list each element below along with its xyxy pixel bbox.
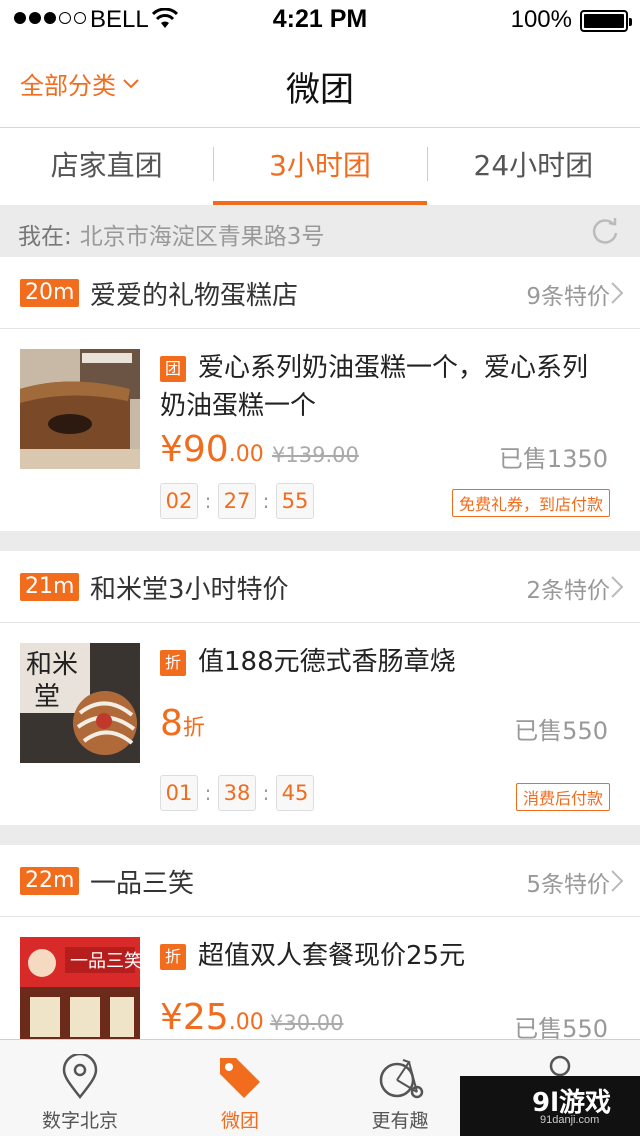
deal-item[interactable]: 一品三笑 折 超值双人套餐现价25元 ¥25.00 ¥30.00 已售550 [0,917,640,1039]
more-deals-link[interactable]: 9条特价 [526,277,610,311]
tabbar-item-digital-beijing[interactable]: 数字北京 [0,1040,160,1136]
more-deals-link[interactable]: 5条特价 [526,865,610,899]
distance-badge: 22m [20,867,80,895]
original-price: ¥30.00 [270,1011,344,1035]
tabbar-label: 微团 [220,1110,259,1132]
price-decimal: .00 [228,442,264,467]
shop-header[interactable]: 21m 和米堂3小时特价 2条特价 [0,551,640,623]
original-price: ¥139.00 [272,443,359,467]
price-decimal: 折 [182,716,205,741]
countdown-timer: 01 : 38 : 45 [160,775,314,811]
shop-header[interactable]: 22m 一品三笑 5条特价 [0,845,640,917]
price-integer: 8 [160,703,183,744]
timer-minutes: 27 [218,483,256,519]
deal-price: 8折 [160,703,205,744]
tab-divider [427,147,428,181]
shop-card: 21m 和米堂3小时特价 2条特价 和米 堂 折 值188元德式香肠章烧 8折 … [0,551,640,825]
location-pin-icon [62,1054,98,1100]
deal-item[interactable]: 和米 堂 折 值188元德式香肠章烧 8折 已售550 01 : 38 : 45 [0,623,640,825]
chevron-right-icon [611,870,624,892]
deal-item[interactable]: 团 爱心系列奶油蛋糕一个，爱心系列奶油蛋糕一个 ¥90.00 ¥139.00 已… [0,329,640,531]
bottom-tab-bar: 数字北京 微团 更有趣 9l游戏 91danji.com [0,1039,640,1136]
payment-tag: 免费礼券，到店付款 [451,489,610,517]
status-bar: BELL 4:21 PM 100% [0,0,640,40]
shop-name: 一品三笑 [90,869,195,899]
tab-24-hour[interactable]: 24小时团 [427,129,640,205]
tabbar-item-weituan[interactable]: 微团 [160,1040,320,1136]
battery-percentage: 100% [510,6,572,33]
cake-thumbnail [20,349,140,469]
location-address: 北京市海淀区青果路3号 [79,224,325,250]
sold-count: 已售550 [514,1015,608,1039]
deal-feed[interactable]: 20m 爱爱的礼物蛋糕店 9条特价 团 爱心系列奶油蛋糕一个，爱心系列奶油蛋糕一… [0,257,640,1039]
restaurant-thumbnail: 一品三笑 [20,937,140,1039]
all-categories-button[interactable]: 全部分类 [20,66,140,101]
timer-hours: 01 [160,775,198,811]
tabbar-label: 更有趣 [371,1110,429,1132]
shop-name: 和米堂3小时特价 [90,575,289,605]
all-categories-label: 全部分类 [20,72,116,100]
shop-card: 22m 一品三笑 5条特价 一品三笑 折 超值双人套餐现价25元 ¥25.00 … [0,845,640,1039]
sold-count: 已售550 [514,717,608,745]
watermark-url: 91danji.com [540,1114,600,1126]
timer-seconds: 55 [276,483,314,519]
location-bar: 我在: 北京市海淀区青果路3号 [0,205,640,257]
tabbar-item-more-fun[interactable]: 更有趣 [320,1040,480,1136]
deal-title: 爱心系列奶油蛋糕一个，爱心系列奶油蛋糕一个 [160,353,589,421]
distance-badge: 20m [20,279,80,307]
price-integer: ¥90 [160,429,229,470]
tab-strip: 店家直团 3小时团 24小时团 [0,129,640,205]
location-prefix: 我在: [18,224,72,250]
countdown-timer: 02 : 27 : 55 [160,483,314,519]
tab-shop-direct[interactable]: 店家直团 [0,129,213,205]
price-integer: ¥25 [160,997,229,1038]
chevron-down-icon [123,78,139,88]
sold-count: 已售1350 [498,445,608,473]
shop-card: 20m 爱爱的礼物蛋糕店 9条特价 团 爱心系列奶油蛋糕一个，爱心系列奶油蛋糕一… [0,257,640,531]
deal-price: ¥25.00 [160,997,264,1038]
takoyaki-thumbnail: 和米 堂 [20,643,140,763]
distance-badge: 21m [20,573,80,601]
timer-seconds: 45 [276,775,314,811]
deal-price: ¥90.00 [160,429,264,470]
tab-divider [213,147,214,181]
tabbar-label: 数字北京 [41,1110,118,1132]
deal-title: 值188元德式香肠章烧 [198,647,456,677]
svg-text:一品三笑: 一品三笑 [70,951,140,972]
timer-hours: 02 [160,483,198,519]
shop-header[interactable]: 20m 爱爱的礼物蛋糕店 9条特价 [0,257,640,329]
watermark-logo: 9l游戏 91danji.com [460,1076,640,1136]
bicycle-icon [379,1059,424,1099]
shop-name: 爱爱的礼物蛋糕店 [90,281,299,311]
navigation-bar: 全部分类 微团 [0,40,640,128]
more-deals-link[interactable]: 2条特价 [526,571,610,605]
payment-tag: 消费后付款 [515,783,610,811]
svg-text:和米: 和米 [26,650,78,680]
tag-icon [220,1058,260,1098]
deal-title: 超值双人套餐现价25元 [198,941,466,971]
location-text: 我在: 北京市海淀区青果路3号 [18,217,324,251]
price-decimal: .00 [228,1010,264,1035]
battery-icon [580,10,632,32]
chevron-right-icon [611,282,624,304]
refresh-icon[interactable] [590,216,620,246]
timer-minutes: 38 [218,775,256,811]
svg-text:堂: 堂 [34,682,60,712]
chevron-right-icon [611,576,624,598]
tab-3-hour[interactable]: 3小时团 [213,129,427,205]
